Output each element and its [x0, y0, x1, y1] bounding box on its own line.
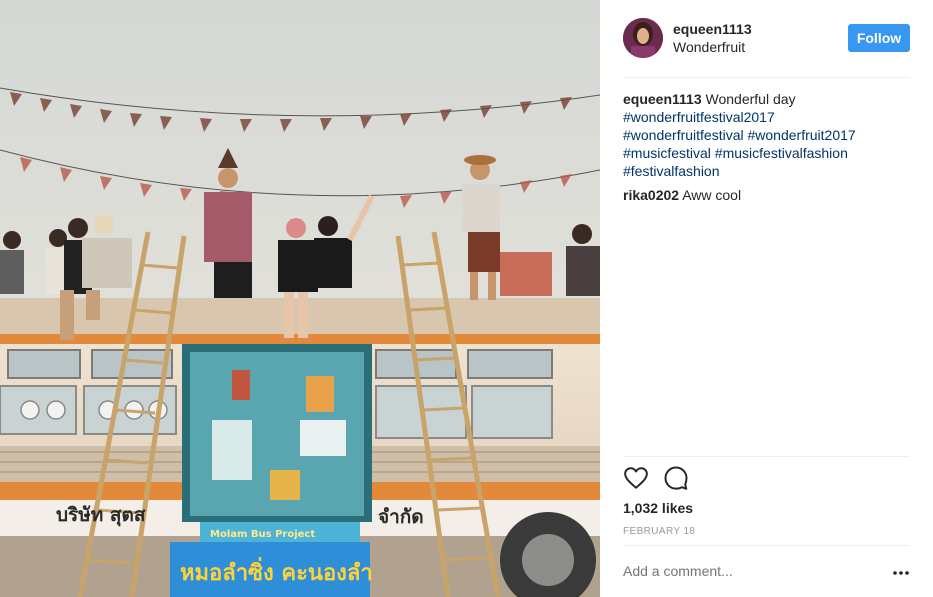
- comments-section: equeen1113 Wonderful day #wonderfruitfes…: [623, 90, 910, 204]
- hashtag-list: #wonderfruitfestival2017 #wonderfruitfes…: [623, 108, 910, 180]
- hashtag-line[interactable]: #wonderfruitfestival #wonderfruit2017: [623, 126, 910, 144]
- header-divider: [623, 77, 910, 78]
- post-photo[interactable]: บริษัท สุตส จำกัด Molam Bus Project หมอล…: [0, 0, 600, 597]
- caption-text: Wonderful day: [705, 91, 796, 107]
- post-username[interactable]: equeen1113: [673, 21, 752, 37]
- comment-username[interactable]: rika0202: [623, 187, 679, 203]
- bus-sign-right: จำกัด: [378, 506, 424, 528]
- post-location[interactable]: Wonderfruit: [673, 39, 745, 55]
- action-bar: [623, 465, 703, 491]
- actions-divider: [623, 456, 910, 457]
- heart-icon[interactable]: [623, 465, 649, 491]
- caption: equeen1113 Wonderful day #wonderfruitfes…: [623, 90, 910, 180]
- comment-divider: [623, 545, 910, 546]
- follow-button[interactable]: Follow: [848, 24, 910, 52]
- post-date[interactable]: FEBRUARY 18: [623, 526, 695, 537]
- hashtag-line[interactable]: #festivalfashion: [623, 162, 910, 180]
- avatar[interactable]: [623, 18, 663, 58]
- festival-bus-photo: บริษัท สุตส จำกัด Molam Bus Project หมอล…: [0, 0, 600, 597]
- likes-count[interactable]: 1,032 likes: [623, 500, 693, 516]
- comment-text: Aww cool: [682, 187, 742, 203]
- hashtag-line[interactable]: #musicfestival #musicfestivalfashion: [623, 144, 910, 162]
- bus-sign-left: บริษัท สุตส: [56, 504, 146, 527]
- comment-item: rika0202 Aww cool: [623, 186, 910, 204]
- hashtag-line[interactable]: #wonderfruitfestival2017: [623, 108, 910, 126]
- post-side-panel: equeen1113 Wonderfruit Follow equeen1113…: [600, 0, 933, 597]
- post-header: equeen1113 Wonderfruit Follow: [623, 18, 910, 58]
- comment-bubble-icon[interactable]: [663, 465, 689, 491]
- more-options-icon[interactable]: [892, 564, 910, 582]
- caption-username[interactable]: equeen1113: [623, 91, 702, 107]
- bus-banner-thai: หมอลำซิ่ง คะนองลำ: [180, 556, 373, 586]
- add-comment-input[interactable]: [623, 563, 873, 579]
- bus-banner-top: Molam Bus Project: [210, 529, 315, 540]
